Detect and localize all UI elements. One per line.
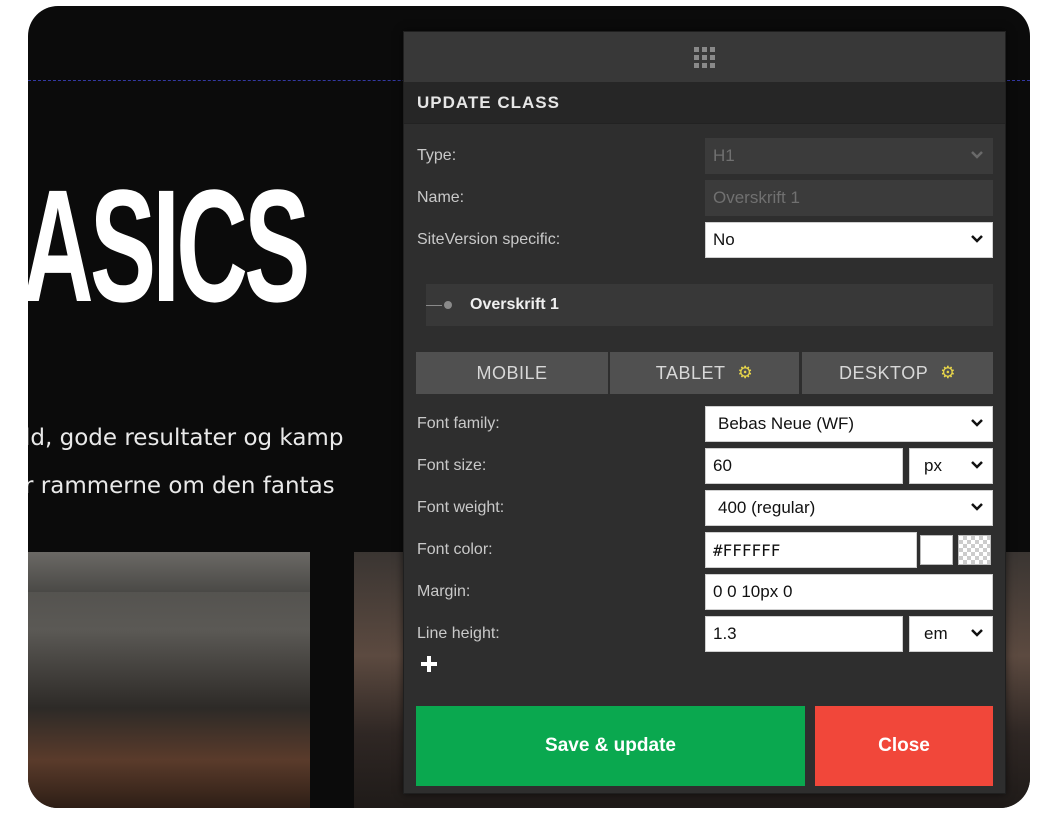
font-size-unit: px (924, 456, 942, 475)
chevron-down-icon (970, 457, 984, 471)
close-button[interactable]: Close (815, 706, 993, 786)
font-weight-value: 400 (regular) (718, 498, 816, 517)
chevron-down-icon (970, 147, 984, 161)
font-weight-select[interactable]: 400 (regular) (705, 490, 993, 526)
type-value: H1 (713, 146, 735, 165)
chevron-down-icon (970, 625, 984, 639)
hero-text-line-2: r rammerne om den fantas (28, 473, 335, 499)
chevron-down-icon (970, 415, 984, 429)
tree-connector (426, 304, 442, 306)
chevron-down-icon (970, 499, 984, 513)
font-size-label: Font size: (417, 457, 487, 474)
tab-tablet-label: TABLET (655, 362, 726, 383)
siteversion-label: SiteVersion specific: (417, 231, 561, 248)
color-swatch[interactable] (920, 535, 953, 565)
tab-desktop-label: DESKTOP (839, 362, 929, 383)
gear-icon: ⚙ (737, 363, 754, 382)
tree-node-icon (444, 301, 452, 309)
drag-handle[interactable] (404, 32, 1005, 82)
siteversion-select[interactable]: No (705, 222, 993, 258)
tree-item-label: Overskrift 1 (470, 296, 559, 313)
line-height-unit-select[interactable]: em (909, 616, 993, 652)
font-color-input[interactable]: #FFFFFF (705, 532, 917, 568)
plus-icon[interactable] (420, 655, 438, 673)
font-color-value: #FFFFFF (713, 540, 781, 560)
photo-left (28, 552, 310, 808)
class-tree-item[interactable]: Overskrift 1 (426, 284, 993, 326)
margin-label: Margin: (417, 583, 471, 600)
grip-icon (694, 46, 715, 68)
line-height-value: 1.3 (713, 624, 737, 643)
font-family-select[interactable]: Bebas Neue (WF) (705, 406, 993, 442)
font-size-value: 60 (713, 456, 732, 475)
font-size-input[interactable]: 60 (705, 448, 903, 484)
name-value: Overskrift 1 (713, 188, 800, 207)
font-weight-label: Font weight: (417, 499, 505, 516)
name-label: Name: (417, 189, 465, 206)
transparent-swatch-icon[interactable] (958, 535, 991, 565)
line-height-input[interactable]: 1.3 (705, 616, 903, 652)
hero-text-line-1: ld, gode resultater og kamp (28, 425, 344, 451)
chevron-down-icon (970, 231, 984, 245)
update-class-panel: UPDATE CLASS Type: H1 Name: Overskrift 1… (403, 31, 1006, 794)
font-size-unit-select[interactable]: px (909, 448, 993, 484)
tab-mobile[interactable]: MOBILE (416, 352, 608, 394)
save-update-button[interactable]: Save & update (416, 706, 805, 786)
tab-desktop[interactable]: DESKTOP ⚙ (802, 352, 993, 394)
panel-title: UPDATE CLASS (404, 82, 1005, 124)
font-family-label: Font family: (417, 415, 500, 432)
name-input: Overskrift 1 (705, 180, 993, 216)
line-height-unit: em (924, 624, 948, 643)
margin-value: 0 0 10px 0 (713, 582, 793, 601)
siteversion-value: No (713, 230, 735, 249)
tab-mobile-label: MOBILE (476, 362, 548, 383)
type-label: Type: (417, 147, 457, 164)
gear-icon: ⚙ (940, 363, 956, 382)
line-height-label: Line height: (417, 625, 500, 642)
type-select: H1 (705, 138, 993, 174)
margin-input[interactable]: 0 0 10px 0 (705, 574, 993, 610)
hero-title: ASICS (28, 156, 310, 335)
font-color-label: Font color: (417, 541, 493, 558)
font-family-value: Bebas Neue (WF) (718, 414, 855, 433)
tab-tablet[interactable]: TABLET ⚙ (610, 352, 799, 394)
